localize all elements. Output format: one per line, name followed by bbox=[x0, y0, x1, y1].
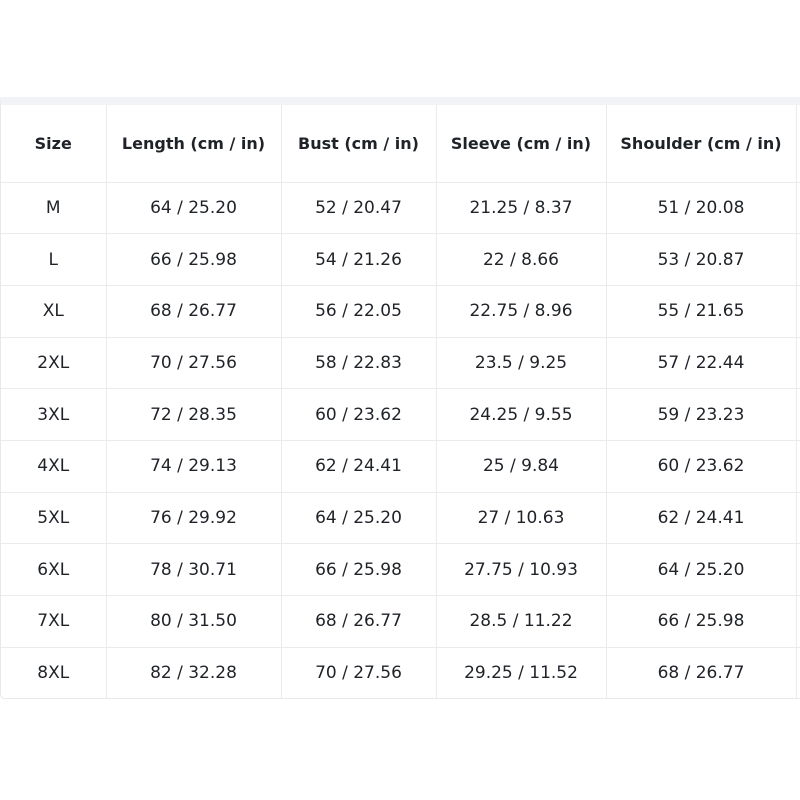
header-shoulder: Shoulder (cm / in) bbox=[606, 105, 797, 183]
cell-bust: 58 / 22.83 bbox=[281, 337, 437, 390]
header-size: Size bbox=[1, 105, 107, 183]
cell-length: 66 / 25.98 bbox=[106, 233, 282, 286]
header-length: Length (cm / in) bbox=[106, 105, 282, 183]
cell-size: 2XL bbox=[1, 337, 107, 390]
cell-size: M bbox=[1, 182, 107, 235]
cell-sleeve: 23.5 / 9.25 bbox=[436, 337, 607, 390]
cell-sleeve: 27.75 / 10.93 bbox=[436, 543, 607, 596]
cell-sleeve: 25 / 9.84 bbox=[436, 440, 607, 493]
cell-extra bbox=[796, 492, 800, 545]
cell-shoulder: 60 / 23.62 bbox=[606, 440, 797, 493]
cell-extra bbox=[796, 388, 800, 441]
cell-length: 70 / 27.56 bbox=[106, 337, 282, 390]
table-row: L 66 / 25.98 54 / 21.26 22 / 8.66 53 / 20.87 bbox=[1, 233, 800, 286]
cell-shoulder: 68 / 26.77 bbox=[606, 647, 797, 698]
cell-length: 80 / 31.50 bbox=[106, 595, 282, 648]
cell-length: 68 / 26.77 bbox=[106, 285, 282, 338]
table-row: M 64 / 25.20 52 / 20.47 21.25 / 8.37 51 / 20… bbox=[1, 182, 800, 235]
cell-bust: 64 / 25.20 bbox=[281, 492, 437, 545]
header-bust: Bust (cm / in) bbox=[281, 105, 437, 183]
table-row: XL 68 / 26.77 56 / 22.05 22.75 / 8.96 55 / 2… bbox=[1, 285, 800, 338]
cell-extra bbox=[796, 285, 800, 338]
cell-sleeve: 22 / 8.66 bbox=[436, 233, 607, 286]
cell-shoulder: 51 / 20.08 bbox=[606, 182, 797, 235]
size-chart-container[interactable]: Size Length (cm / in) Bust (cm / in) Sle… bbox=[0, 97, 800, 699]
cell-sleeve: 22.75 / 8.96 bbox=[436, 285, 607, 338]
size-chart-table: Size Length (cm / in) Bust (cm / in) Sle… bbox=[1, 105, 800, 698]
table-row: 8XL 82 / 32.28 70 / 27.56 29.25 / 11.52 68 /… bbox=[1, 647, 800, 698]
cell-length: 76 / 29.92 bbox=[106, 492, 282, 545]
cell-extra bbox=[796, 543, 800, 596]
cell-length: 64 / 25.20 bbox=[106, 182, 282, 235]
table-row: 2XL 70 / 27.56 58 / 22.83 23.5 / 9.25 57 / 2… bbox=[1, 337, 800, 390]
cell-shoulder: 64 / 25.20 bbox=[606, 543, 797, 596]
table-row: 6XL 78 / 30.71 66 / 25.98 27.75 / 10.93 64 /… bbox=[1, 543, 800, 596]
cell-shoulder: 57 / 22.44 bbox=[606, 337, 797, 390]
cell-bust: 70 / 27.56 bbox=[281, 647, 437, 698]
cell-size: 3XL bbox=[1, 388, 107, 441]
cell-sleeve: 28.5 / 11.22 bbox=[436, 595, 607, 648]
cell-sleeve: 24.25 / 9.55 bbox=[436, 388, 607, 441]
table-row: 3XL 72 / 28.35 60 / 23.62 24.25 / 9.55 59 / … bbox=[1, 388, 800, 441]
cell-size: XL bbox=[1, 285, 107, 338]
cell-shoulder: 62 / 24.41 bbox=[606, 492, 797, 545]
cell-extra bbox=[796, 233, 800, 286]
cell-size: 6XL bbox=[1, 543, 107, 596]
cell-size: 8XL bbox=[1, 647, 107, 698]
cell-shoulder: 55 / 21.65 bbox=[606, 285, 797, 338]
header-extra bbox=[796, 105, 800, 183]
cell-bust: 54 / 21.26 bbox=[281, 233, 437, 286]
cell-size: 4XL bbox=[1, 440, 107, 493]
cell-extra bbox=[796, 595, 800, 648]
cell-bust: 56 / 22.05 bbox=[281, 285, 437, 338]
table-row: 5XL 76 / 29.92 64 / 25.20 27 / 10.63 62 / 24… bbox=[1, 492, 800, 545]
cell-length: 74 / 29.13 bbox=[106, 440, 282, 493]
cell-length: 82 / 32.28 bbox=[106, 647, 282, 698]
table-header-row: Size Length (cm / in) Bust (cm / in) Sle… bbox=[1, 105, 800, 183]
cell-size: 7XL bbox=[1, 595, 107, 648]
cell-extra bbox=[796, 182, 800, 235]
cell-bust: 52 / 20.47 bbox=[281, 182, 437, 235]
table-row: 4XL 74 / 29.13 62 / 24.41 25 / 9.84 60 / 23.… bbox=[1, 440, 800, 493]
cell-shoulder: 53 / 20.87 bbox=[606, 233, 797, 286]
cell-sleeve: 21.25 / 8.37 bbox=[436, 182, 607, 235]
cell-bust: 62 / 24.41 bbox=[281, 440, 437, 493]
cell-length: 78 / 30.71 bbox=[106, 543, 282, 596]
cell-extra bbox=[796, 647, 800, 698]
cell-extra bbox=[796, 337, 800, 390]
cell-size: L bbox=[1, 233, 107, 286]
table-body: M 64 / 25.20 52 / 20.47 21.25 / 8.37 51 / 20… bbox=[1, 182, 800, 698]
cell-sleeve: 29.25 / 11.52 bbox=[436, 647, 607, 698]
cell-size: 5XL bbox=[1, 492, 107, 545]
cell-bust: 66 / 25.98 bbox=[281, 543, 437, 596]
cell-bust: 68 / 26.77 bbox=[281, 595, 437, 648]
cell-length: 72 / 28.35 bbox=[106, 388, 282, 441]
cell-bust: 60 / 23.62 bbox=[281, 388, 437, 441]
cell-shoulder: 59 / 23.23 bbox=[606, 388, 797, 441]
page: Size Length (cm / in) Bust (cm / in) Sle… bbox=[0, 0, 800, 800]
table-row: 7XL 80 / 31.50 68 / 26.77 28.5 / 11.22 66 / … bbox=[1, 595, 800, 648]
cell-shoulder: 66 / 25.98 bbox=[606, 595, 797, 648]
header-sleeve: Sleeve (cm / in) bbox=[436, 105, 607, 183]
cell-extra bbox=[796, 440, 800, 493]
cell-sleeve: 27 / 10.63 bbox=[436, 492, 607, 545]
